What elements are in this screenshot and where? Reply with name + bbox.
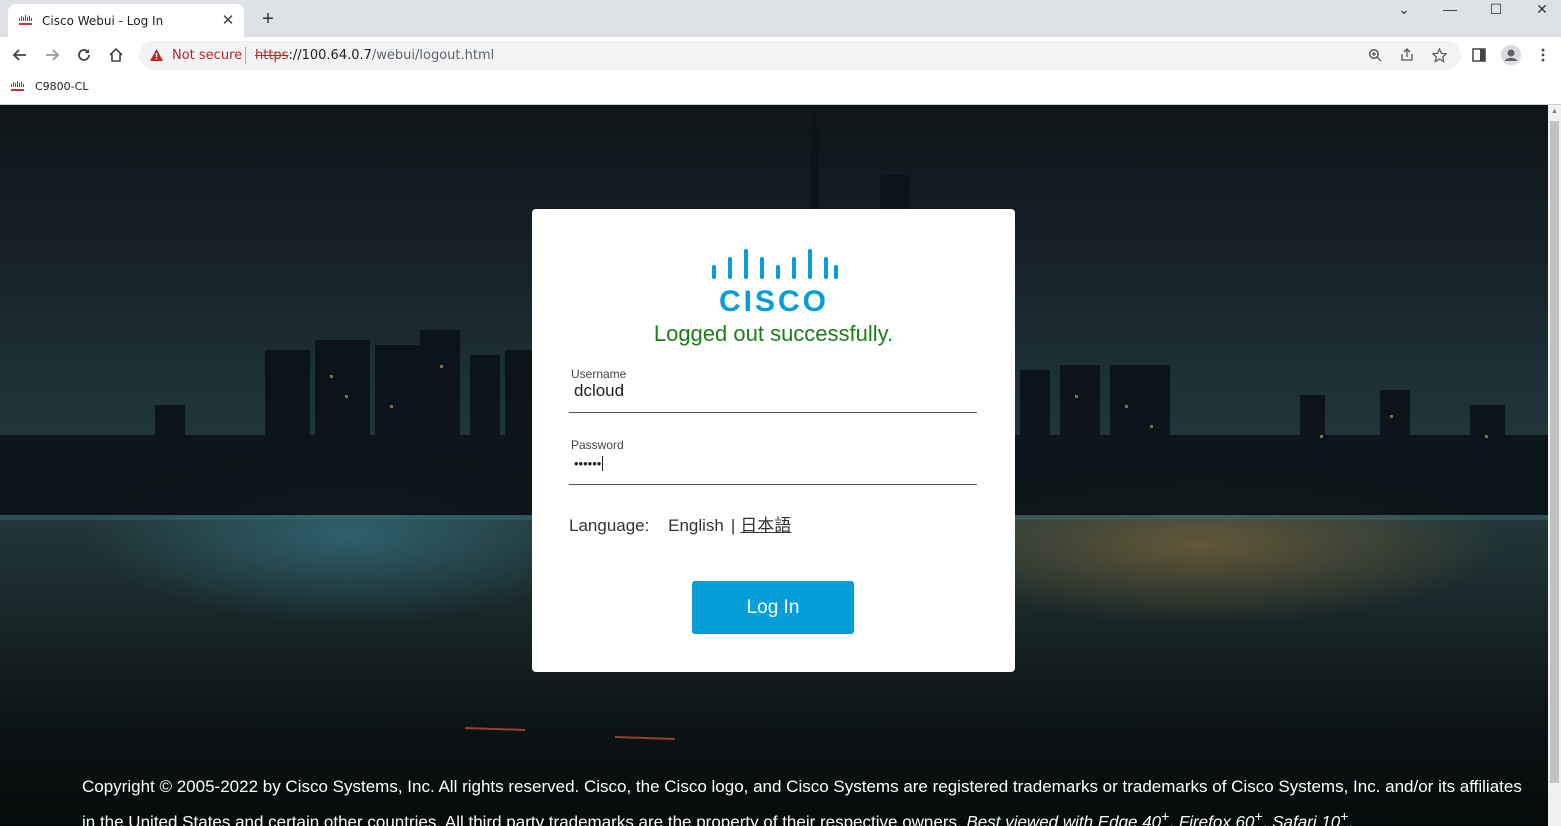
text-cursor: ​ [602,456,604,471]
edge-plus: + [1161,809,1170,825]
cisco-logo-icon: CISCO [712,249,838,317]
window-close-icon[interactable]: ✕ [1527,0,1557,20]
scrollbar-thumb[interactable] [1550,121,1559,783]
new-tab-icon[interactable]: + [258,9,278,29]
password-label: Password [571,438,624,452]
maximize-icon[interactable]: ☐ [1481,0,1511,20]
not-secure-label[interactable]: Not secure [172,48,242,63]
tab-close-icon[interactable]: ✕ [220,12,236,29]
logout-status-message: Logged out successfully. [653,321,894,346]
copyright-footer: Copyright © 2005-2022 by Cisco Systems, … [82,772,1532,826]
zoom-icon[interactable] [1365,45,1385,65]
bookmark-item[interactable]: C9800-CL [10,80,88,93]
best-viewed-edge: Best viewed with Edge 40 [966,812,1162,826]
best-viewed-safari: Safari 10 [1272,812,1341,826]
url-scheme: https [255,48,289,63]
url-path: /webui/logout.html [371,48,495,63]
password-input[interactable]: ••••••​ [574,456,604,471]
bookmark-label: C9800-CL [35,80,89,93]
minimize-icon[interactable]: — [1435,0,1465,20]
login-card: CISCO Logged out successfully. Username … [532,209,1015,672]
url-text[interactable]: https://100.64.0.7/webui/logout.html [255,48,494,63]
language-japanese-link[interactable]: 日本語 [740,516,791,535]
safari-plus: + [1340,809,1349,825]
tab-strip: Cisco Webui - Log In ✕ + ⌄ — ☐ ✕ [0,0,1561,37]
page-scrollbar[interactable]: ▲ [1548,105,1561,826]
language-label: Language: [569,516,650,535]
browser-toolbar: Not secure https://100.64.0.7/webui/logo… [0,37,1561,74]
back-icon[interactable] [9,44,31,66]
share-icon[interactable] [1397,45,1417,65]
password-field[interactable]: Password ••••••​ [569,438,977,485]
best-viewed-firefox: Firefox 60 [1178,812,1255,826]
forward-icon[interactable] [41,44,63,66]
tab-search-icon[interactable]: ⌄ [1389,0,1419,20]
firefox-plus: + [1254,809,1263,825]
bookmark-star-icon[interactable] [1429,45,1449,65]
menu-kebab-icon[interactable] [1532,44,1554,66]
omnibox-divider [245,47,246,64]
address-bar[interactable]: Not secure https://100.64.0.7/webui/logo… [139,41,1461,70]
warning-icon[interactable] [149,48,164,62]
scroll-up-icon[interactable]: ▲ [1551,108,1558,115]
language-separator: | [730,516,736,535]
password-mask: •••••• [574,456,602,471]
language-selector: Language: English | 日本語 [569,511,791,536]
cisco-favicon-icon [19,14,32,25]
cisco-logo-text: CISCO [719,285,829,317]
username-input[interactable]: dcloud [574,381,624,401]
reload-icon[interactable] [73,44,95,66]
log-in-button[interactable]: Log In [692,581,854,634]
profile-avatar-icon[interactable] [1500,44,1522,66]
username-label: Username [571,367,627,381]
language-english-link[interactable]: English [668,516,724,535]
bookmarks-bar: C9800-CL [0,74,1561,105]
login-page: CISCO Logged out successfully. Username … [0,105,1548,826]
tab-title: Cisco Webui - Log In [42,13,164,28]
home-icon[interactable] [105,44,127,66]
cisco-bookmark-icon [11,80,24,91]
side-panel-icon[interactable] [1468,44,1490,66]
browser-tab[interactable]: Cisco Webui - Log In ✕ [8,4,244,37]
url-host: ://100.64.0.7 [288,48,372,63]
username-field[interactable]: Username dcloud [569,367,977,413]
